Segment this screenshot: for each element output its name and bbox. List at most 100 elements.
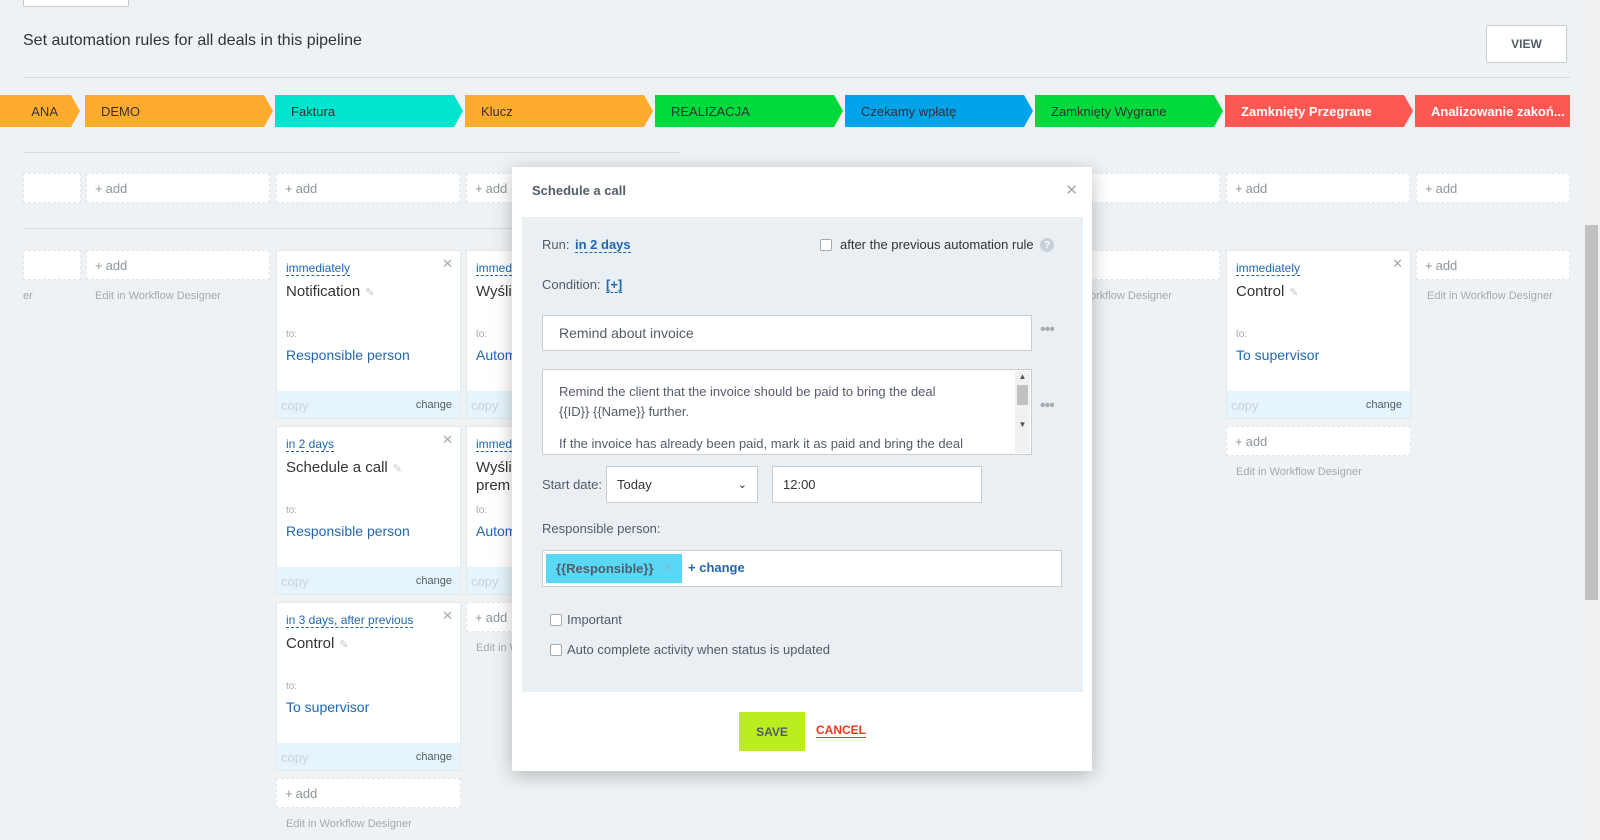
add-robot-button[interactable]: + add bbox=[1226, 173, 1410, 203]
add-robot-button[interactable]: + add bbox=[86, 173, 270, 203]
add-robot-button[interactable]: + add bbox=[276, 778, 461, 808]
pencil-icon[interactable]: ✎ bbox=[1289, 287, 1298, 299]
to-label: to: bbox=[1236, 329, 1248, 340]
cancel-button[interactable]: CANCEL bbox=[816, 724, 866, 738]
textarea-scrollbar[interactable]: ▲ ▼ bbox=[1015, 371, 1030, 453]
add-trigger-button[interactable]: + add bbox=[1416, 250, 1570, 280]
save-button[interactable]: SAVE bbox=[739, 712, 805, 751]
rule-delay-link[interactable]: in 3 days, after previous bbox=[286, 613, 414, 628]
rule-recipient[interactable]: To supervisor bbox=[1236, 347, 1319, 363]
stage-faktura[interactable]: Faktura bbox=[275, 95, 463, 127]
stage-analizowanie[interactable]: Analizowanie zakoń... bbox=[1415, 95, 1570, 127]
more-options-icon[interactable]: ••• bbox=[1040, 321, 1055, 339]
stage-realizacja[interactable]: REALIZACJA bbox=[655, 95, 843, 127]
rule-title[interactable]: Wyśli prem bbox=[476, 459, 512, 495]
run-delay-link[interactable]: in 2 days bbox=[575, 237, 631, 253]
rule-recipient[interactable]: Responsible person bbox=[286, 523, 410, 539]
rule-delay-link[interactable]: immediately bbox=[286, 261, 351, 276]
edit-in-designer-link[interactable]: Edit in Workflow Designer bbox=[1427, 290, 1553, 302]
copy-button[interactable]: copy bbox=[281, 750, 308, 765]
close-icon[interactable]: ✕ bbox=[1065, 181, 1078, 199]
more-options-icon[interactable]: ••• bbox=[1040, 397, 1055, 415]
close-icon[interactable]: ✕ bbox=[442, 608, 453, 624]
edit-in-designer-link[interactable]: Edit in Workflow Designer bbox=[95, 290, 221, 302]
top-tab[interactable] bbox=[23, 0, 129, 7]
copy-button[interactable]: copy bbox=[471, 574, 498, 589]
start-date-select[interactable]: Today ⌄ bbox=[606, 466, 758, 503]
rule-title[interactable]: Wyśli bbox=[476, 283, 512, 300]
pencil-icon[interactable]: ✎ bbox=[339, 639, 348, 651]
scrollbar-thumb[interactable] bbox=[1017, 385, 1028, 405]
description-line: Remind the client that the invoice shoul… bbox=[559, 384, 936, 399]
important-checkbox[interactable] bbox=[550, 614, 562, 626]
add-trigger-button[interactable]: + add bbox=[86, 250, 270, 280]
add-robot-button[interactable]: + add bbox=[1416, 173, 1570, 203]
add-cell[interactable] bbox=[23, 173, 81, 203]
pencil-icon[interactable]: ✎ bbox=[365, 287, 374, 299]
rule-title[interactable]: Control ✎ bbox=[1236, 283, 1299, 300]
add-robot-button[interactable]: + add bbox=[276, 173, 460, 203]
rule-delay-link[interactable]: immediately bbox=[1236, 261, 1301, 276]
time-input[interactable]: 12:00 bbox=[772, 466, 982, 503]
change-responsible-link[interactable]: + change bbox=[688, 560, 745, 575]
divider bbox=[23, 152, 680, 153]
edit-in-designer-link[interactable]: er bbox=[23, 290, 33, 302]
rule-recipient[interactable]: To supervisor bbox=[286, 699, 369, 715]
add-cell[interactable] bbox=[23, 250, 81, 280]
help-icon[interactable]: ? bbox=[1040, 238, 1054, 252]
rule-title[interactable]: Control ✎ bbox=[286, 635, 349, 652]
scrollbar-thumb[interactable] bbox=[1585, 225, 1598, 600]
edit-in-designer-link[interactable]: orkflow Designer bbox=[1090, 290, 1172, 302]
rule-recipient[interactable]: Autom bbox=[476, 523, 516, 539]
description-textarea[interactable]: Remind the client that the invoice shoul… bbox=[542, 369, 1032, 455]
rule-card[interactable]: immediately ✕ Control ✎ to: To supervisor… bbox=[1226, 250, 1411, 419]
condition-label: Condition: bbox=[542, 277, 601, 292]
change-button[interactable]: change bbox=[416, 575, 452, 587]
subject-input[interactable]: Remind about invoice bbox=[542, 315, 1032, 351]
rule-recipient[interactable]: Autom bbox=[476, 347, 516, 363]
add-cell[interactable] bbox=[1090, 173, 1220, 203]
run-label: Run: bbox=[542, 237, 570, 252]
to-label: to: bbox=[286, 505, 298, 516]
rule-delay-link[interactable]: immed bbox=[476, 437, 513, 452]
stage-demo[interactable]: DEMO bbox=[85, 95, 273, 127]
rule-delay-link[interactable]: in 2 days bbox=[286, 437, 335, 452]
rule-card[interactable]: immediately ✕ Notification ✎ to: Responsi… bbox=[276, 250, 461, 419]
stage-ana[interactable]: ANA bbox=[0, 95, 80, 127]
edit-in-designer-link[interactable]: Edit in Workflow Designer bbox=[1236, 466, 1362, 478]
change-button[interactable]: change bbox=[416, 399, 452, 411]
rule-recipient[interactable]: Responsible person bbox=[286, 347, 410, 363]
change-button[interactable]: change bbox=[1366, 399, 1402, 411]
add-cell[interactable] bbox=[1090, 250, 1220, 280]
scroll-down-icon[interactable]: ▼ bbox=[1015, 419, 1030, 431]
rule-delay-link[interactable]: immed bbox=[476, 261, 513, 276]
add-robot-button[interactable]: + add bbox=[1226, 426, 1411, 456]
close-icon[interactable]: ✕ bbox=[442, 432, 453, 448]
after-previous-checkbox[interactable] bbox=[820, 239, 832, 251]
copy-button[interactable]: copy bbox=[1231, 398, 1258, 413]
stage-zamkniety-przegrane[interactable]: Zamknięty Przegrane bbox=[1225, 95, 1413, 127]
change-button[interactable]: change bbox=[416, 751, 452, 763]
remove-tag-icon[interactable]: ✕ bbox=[663, 561, 672, 574]
scroll-up-icon[interactable]: ▲ bbox=[1015, 371, 1030, 383]
dialog-title: Schedule a call bbox=[532, 183, 626, 198]
stage-czekamy-wplate[interactable]: Czekamy wpłatę bbox=[845, 95, 1033, 127]
add-condition-link[interactable]: [+] bbox=[606, 277, 623, 293]
stage-zamkniety-wygrane[interactable]: Zamknięty Wygrane bbox=[1035, 95, 1223, 127]
responsible-field[interactable]: {{Responsible}} ✕ + change bbox=[542, 550, 1062, 587]
stage-klucz[interactable]: Klucz bbox=[465, 95, 653, 127]
close-icon[interactable]: ✕ bbox=[442, 256, 453, 272]
after-previous-label: after the previous automation rule bbox=[840, 237, 1034, 252]
copy-button[interactable]: copy bbox=[281, 398, 308, 413]
auto-complete-checkbox[interactable] bbox=[550, 644, 562, 656]
rule-card[interactable]: in 3 days, after previous ✕ Control ✎ to:… bbox=[276, 602, 461, 771]
view-button[interactable]: VIEW bbox=[1486, 25, 1567, 63]
copy-button[interactable]: copy bbox=[471, 398, 498, 413]
close-icon[interactable]: ✕ bbox=[1392, 256, 1403, 272]
edit-in-designer-link[interactable]: Edit in Workflow Designer bbox=[286, 818, 412, 830]
copy-button[interactable]: copy bbox=[281, 574, 308, 589]
rule-card[interactable]: in 2 days ✕ Schedule a call ✎ to: Respons… bbox=[276, 426, 461, 595]
rule-title[interactable]: Notification ✎ bbox=[286, 283, 374, 300]
rule-title[interactable]: Schedule a call ✎ bbox=[286, 459, 402, 476]
pencil-icon[interactable]: ✎ bbox=[393, 463, 402, 475]
